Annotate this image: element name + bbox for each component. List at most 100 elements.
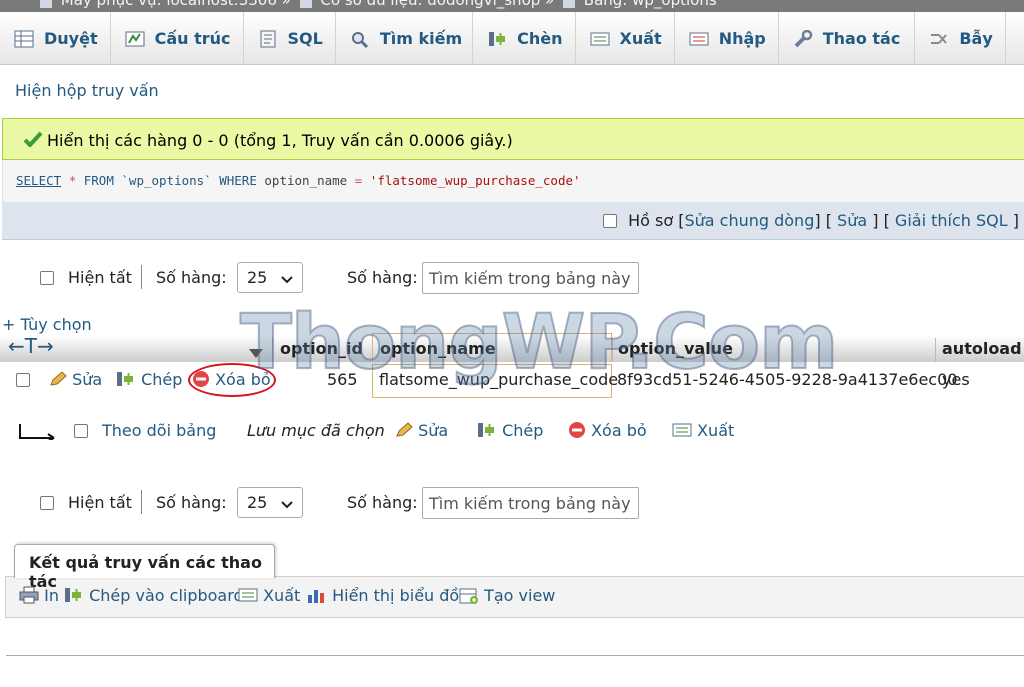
sql-keyword[interactable]: SELECT	[16, 173, 61, 188]
filter-rows-input-top[interactable]: Tìm kiếm trong bảng này	[422, 262, 639, 294]
breadcrumb: Máy phục vụ: localhost:3306 » Cơ sở dữ l…	[0, 0, 1024, 12]
explain-sql-link[interactable]: Giải thích SQL	[895, 211, 1008, 230]
cell-option-value[interactable]: 8f93cd51-5246-4505-9228-9a4137e6ec00	[617, 370, 957, 389]
tab-bar: Duyệt Cấu trúc SQL Tìm kiếm Chèn Xuất Nh…	[0, 12, 1024, 65]
divider	[141, 265, 142, 289]
check-all-checkbox[interactable]	[74, 424, 88, 438]
display-chart-button[interactable]: Hiển thị biểu đồ	[307, 586, 459, 605]
bulk-edit-label: Sửa	[418, 421, 449, 440]
divider	[6, 655, 1024, 656]
server-icon	[40, 0, 52, 8]
export-icon	[238, 586, 258, 605]
show-query-box-link[interactable]: Hiện hộp truy vấn	[15, 81, 159, 100]
highlight-frame	[372, 333, 612, 361]
filter-label-bottom: Số hàng:	[347, 493, 418, 512]
tab-browse[interactable]: Duyệt	[0, 12, 111, 65]
cell-option-id[interactable]: 565	[327, 370, 358, 389]
delete-icon	[568, 421, 586, 440]
browse-icon	[14, 30, 34, 48]
export-icon	[672, 421, 692, 440]
tab-import[interactable]: Nhập	[675, 12, 779, 65]
structure-icon	[125, 30, 145, 48]
export-results-button[interactable]: Xuất	[238, 586, 300, 605]
column-header-option-value[interactable]: option_value	[618, 339, 733, 358]
cell-autoload[interactable]: yes	[942, 370, 970, 389]
row-edit-link[interactable]: Sửa	[49, 370, 102, 389]
rows-label-bottom: Số hàng:	[156, 493, 227, 512]
sql-operator: *	[68, 173, 77, 188]
sql-options-bar: Hồ sơ [Sửa chung dòng] [ Sửa ] [ Giải th…	[2, 202, 1024, 240]
options-toggle-link[interactable]: + Tùy chọn	[2, 315, 92, 334]
table-icon	[563, 0, 576, 8]
tab-label: Bẫy	[959, 29, 993, 48]
profiling-checkbox[interactable]	[602, 214, 617, 228]
column-header-autoload[interactable]: autoload	[942, 339, 1022, 358]
copy-clipboard-button[interactable]: Chép vào clipboard	[64, 586, 244, 605]
search-icon	[350, 30, 370, 48]
rows-per-page-select-bottom[interactable]: 25	[237, 487, 303, 518]
breadcrumb-table[interactable]: Bảng: wp_options	[584, 0, 717, 9]
sql-icon	[258, 30, 278, 48]
cell-option-name[interactable]: flatsome_wup_purchase_code	[379, 370, 618, 389]
column-divider	[272, 338, 273, 362]
bulk-copy-button[interactable]: Chép	[477, 421, 543, 440]
tab-search[interactable]: Tìm kiếm	[336, 12, 474, 65]
bracket: ]	[872, 211, 879, 230]
column-header-option-id[interactable]: option_id	[280, 339, 363, 358]
breadcrumb-separator: »	[281, 0, 291, 9]
print-label: In	[44, 586, 59, 605]
column-divider	[935, 338, 936, 362]
filter-rows-input-bottom[interactable]: Tìm kiếm trong bảng này	[422, 487, 639, 519]
show-all-checkbox-bottom[interactable]	[40, 496, 54, 510]
query-results-title: Kết quả truy vấn các thao tác	[14, 544, 275, 591]
database-icon	[299, 0, 312, 8]
row-copy-link[interactable]: Chép	[116, 370, 182, 389]
pencil-icon	[49, 370, 67, 389]
tab-operations[interactable]: Thao tác	[779, 12, 916, 65]
tab-structure[interactable]: Cấu trúc	[111, 12, 244, 65]
bracket: [	[825, 211, 832, 230]
show-all-checkbox-top[interactable]	[40, 271, 54, 285]
rows-per-page-select-top[interactable]: 25	[237, 262, 303, 293]
create-view-button[interactable]: Tạo view	[459, 586, 555, 605]
inline-edit-link[interactable]: Sửa chung dòng	[684, 211, 814, 230]
tab-label: Nhập	[718, 29, 766, 48]
export-results-label: Xuất	[263, 586, 301, 605]
bulk-edit-button[interactable]: Sửa	[395, 421, 448, 440]
bulk-delete-button[interactable]: Xóa bỏ	[568, 421, 647, 440]
chart-icon	[307, 586, 327, 605]
sql-table-name: `wp_options`	[121, 173, 212, 188]
divider	[141, 490, 142, 514]
print-button[interactable]: In	[19, 586, 59, 605]
tab-insert[interactable]: Chèn	[473, 12, 576, 65]
annotation-circle	[188, 363, 276, 397]
pencil-icon	[395, 421, 413, 440]
insert-icon	[487, 30, 507, 48]
breadcrumb-server[interactable]: Máy phục vụ: localhost:3306	[61, 0, 277, 9]
edit-query-link[interactable]: Sửa	[837, 211, 867, 230]
import-icon	[689, 30, 709, 48]
arrow-left-up-icon	[18, 422, 56, 444]
export-icon	[590, 30, 610, 48]
tab-label: Thao tác	[822, 29, 901, 48]
sql-column-name: option_name	[264, 173, 348, 188]
tab-label: Cấu trúc	[154, 29, 231, 48]
rows-per-page-value: 25	[247, 268, 268, 287]
column-arrows-icon[interactable]: ←T→	[8, 334, 54, 358]
row-checkbox[interactable]	[16, 373, 30, 387]
tab-sql[interactable]: SQL	[244, 12, 336, 65]
filter-label-top: Số hàng:	[347, 268, 418, 287]
tab-label: Xuất	[619, 29, 662, 48]
show-all-label-bottom: Hiện tất	[68, 493, 132, 512]
sort-down-icon[interactable]	[249, 344, 263, 363]
column-divider	[612, 338, 613, 362]
tab-label: SQL	[287, 29, 323, 48]
breadcrumb-database[interactable]: Cơ sở dữ liệu: dodongvi_shop	[320, 0, 540, 9]
bulk-export-button[interactable]: Xuất	[672, 421, 734, 440]
sql-string-value: 'flatsome_wup_purchase_code'	[369, 173, 581, 188]
tab-triggers[interactable]: Bẫy	[915, 12, 1006, 65]
tab-export[interactable]: Xuất	[576, 12, 675, 65]
check-all-label[interactable]: Theo dõi bảng	[102, 421, 216, 440]
sql-query-text[interactable]: SELECT * FROM `wp_options` WHERE option_…	[16, 173, 581, 188]
sql-operator: =	[354, 173, 363, 188]
